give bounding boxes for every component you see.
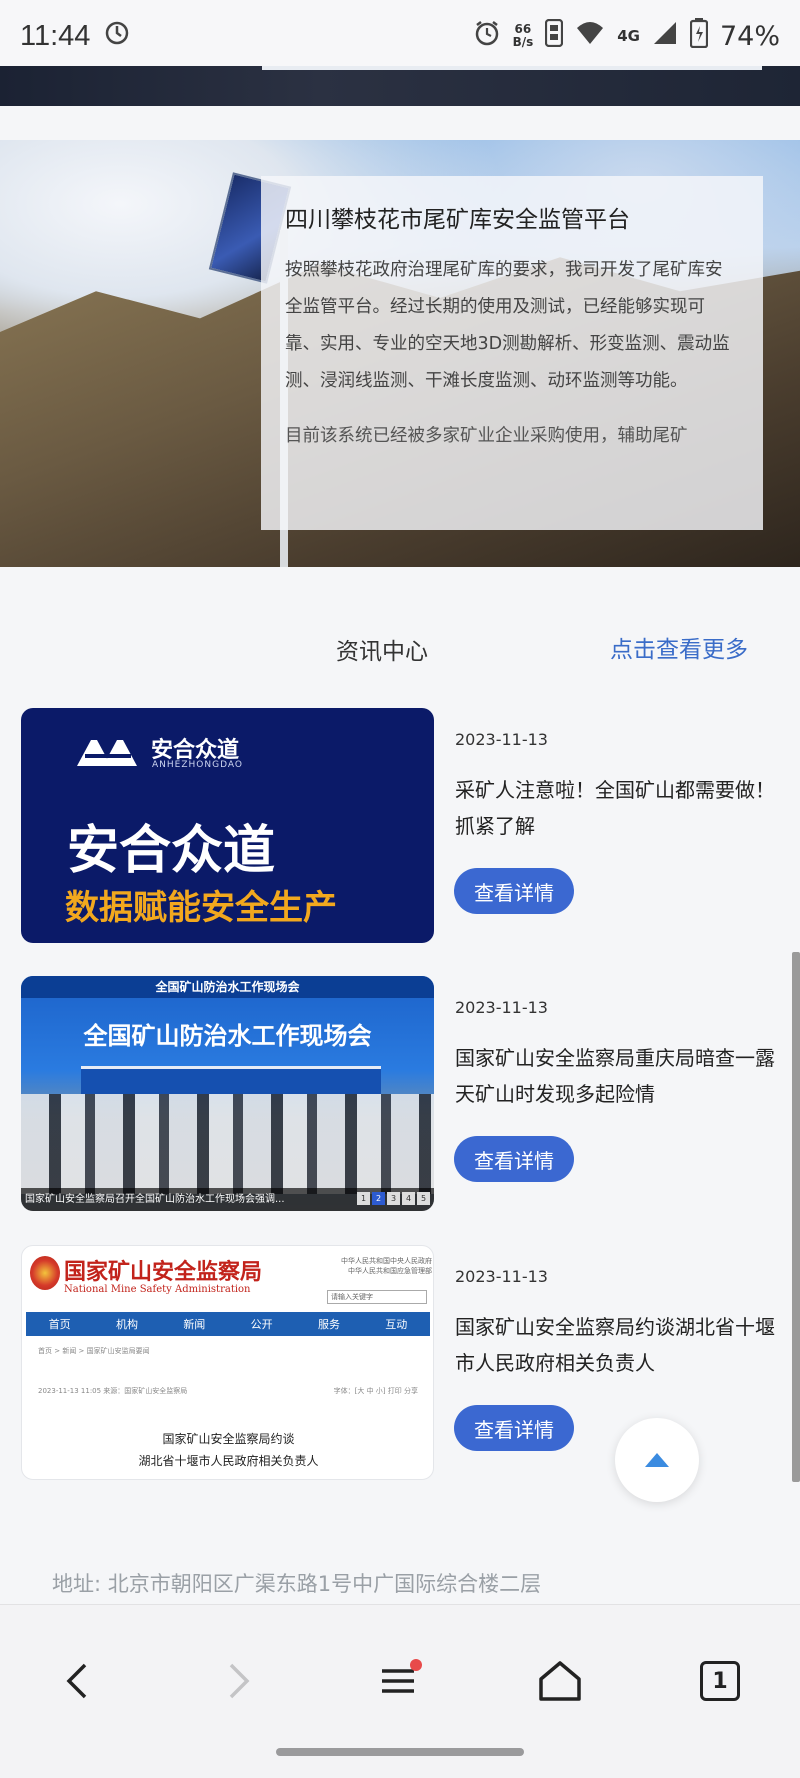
news-thumbnail[interactable]: 安合众道 ANHEZHONGDAO 安合众道 数据赋能安全生产: [21, 708, 434, 943]
thumb-nav: 首页 机构 新闻 公开 服务 互动: [26, 1312, 430, 1336]
project-description-more: 目前该系统已经被多家矿业企业采购使用，辅助尾矿: [285, 426, 688, 446]
project-card[interactable]: 四川攀枝花市尾矿库安全监管平台 按照攀枝花政府治理尾矿库的要求，我司开发了尾矿库…: [261, 176, 763, 530]
back-to-top-button[interactable]: [615, 1418, 699, 1502]
news-section-title: 资讯中心: [336, 639, 428, 665]
news-header: 资讯中心 点击查看更多: [0, 632, 800, 672]
news-date: 2023-11-13: [455, 730, 548, 749]
signal-icon: [652, 20, 678, 53]
thumb-doc-title-2: 湖北省十堰市人民政府相关负责人: [138, 1454, 319, 1468]
home-icon: [539, 1661, 581, 1701]
page-scrollbar[interactable]: [792, 952, 800, 1482]
news-headline[interactable]: 采矿人注意啦！全国矿山都需要做！抓紧了解: [455, 772, 785, 844]
project-description: 按照攀枝花政府治理尾矿库的要求，我司开发了尾矿库安全监管平台。经过长期的使用及测…: [285, 260, 730, 391]
logo-icon: [77, 740, 137, 766]
stage-image: [81, 1066, 381, 1094]
arrow-up-icon: [645, 1453, 669, 1467]
news-more-link[interactable]: 点击查看更多: [610, 630, 748, 664]
view-details-button[interactable]: 查看详情: [454, 1136, 574, 1182]
thumb-meta: 2023-11-13 11:05 来源：国家矿山安全监察局 字体：[大 中 小]…: [38, 1387, 418, 1395]
status-time: 11:44: [20, 19, 91, 52]
thumb-breadcrumb: 首页 > 新闻 > 国家矿山安监局要闻: [38, 1347, 150, 1355]
thumb-banner-top: 全国矿山防治水工作现场会: [21, 976, 434, 998]
news-thumbnail[interactable]: 国家矿山安全监察局 National Mine Safety Administr…: [21, 1245, 434, 1480]
menu-button[interactable]: [360, 1641, 440, 1721]
footer-address: 地址: 北京市朝阳区广渠东路1号中广国际综合楼二层: [52, 1572, 542, 1596]
news-date: 2023-11-13: [455, 1267, 548, 1286]
project-title: 四川攀枝花市尾矿库安全监管平台: [285, 207, 630, 233]
news-headline[interactable]: 国家矿山安全监察局约谈湖北省十堰市人民政府相关负责人: [455, 1309, 785, 1381]
pager-dot[interactable]: 4: [402, 1192, 415, 1205]
hd-icon: [545, 18, 564, 54]
chevron-left-icon: [66, 1663, 87, 1699]
forward-button[interactable]: [198, 1641, 278, 1721]
battery-icon: [689, 17, 709, 55]
thumb-banner: 全国矿山防治水工作现场会: [83, 1022, 372, 1050]
tabs-icon: 1: [700, 1661, 740, 1701]
pager-dot[interactable]: 3: [387, 1192, 400, 1205]
audience-image: [21, 1094, 434, 1194]
thumb-top-links: 中华人民共和国中央人民政府 中华人民共和国应急管理部: [341, 1257, 432, 1275]
news-date: 2023-11-13: [455, 998, 548, 1017]
home-button[interactable]: [520, 1641, 600, 1721]
thumb-headline: 安合众道: [67, 821, 276, 881]
thumb-site-title: 国家矿山安全监察局: [64, 1259, 263, 1285]
previous-section-bottom: [0, 66, 800, 106]
view-details-button[interactable]: 查看详情: [454, 1405, 574, 1451]
project-hero: 四川攀枝花市尾矿库安全监管平台 按照攀枝花政府治理尾矿库的要求，我司开发了尾矿库…: [0, 140, 800, 567]
network-type: 4G: [617, 26, 640, 45]
logo-subtext: ANHEZHONGDAO: [152, 760, 243, 770]
tab-count: 1: [712, 1668, 728, 1694]
chevron-right-icon: [229, 1663, 250, 1699]
back-button[interactable]: [38, 1641, 118, 1721]
news-headline[interactable]: 国家矿山安全监察局重庆局暗查一露天矿山时发现多起险情: [455, 1040, 785, 1112]
status-bar: 11:44 66 B/s 4G 74%: [0, 0, 800, 72]
pager-dot[interactable]: 1: [357, 1192, 370, 1205]
thumb-site-en: National Mine Safety Administration: [64, 1284, 251, 1295]
news-thumbnail[interactable]: 全国矿山防治水工作现场会 全国矿山防治水工作现场会 国家矿山安全监察局召开全国矿…: [21, 976, 434, 1211]
menu-icon: [382, 1659, 422, 1693]
home-indicator[interactable]: [276, 1748, 524, 1756]
pager-dot[interactable]: 5: [417, 1192, 430, 1205]
sync-icon: [104, 20, 130, 53]
net-speed: 66 B/s: [512, 22, 534, 49]
wifi-icon: [575, 20, 605, 53]
pager-dot[interactable]: 2: [372, 1192, 385, 1205]
thumb-doc-title-1: 国家矿山安全监察局约谈: [162, 1432, 295, 1446]
alarm-icon: [473, 19, 501, 54]
view-details-button[interactable]: 查看详情: [454, 868, 574, 914]
thumb-search: 请输入关键字: [327, 1290, 427, 1304]
tabs-button[interactable]: 1: [680, 1641, 760, 1721]
thumb-pager: 1 2 3 4 5: [357, 1192, 430, 1205]
battery-percent: 74%: [719, 20, 780, 52]
news-item[interactable]: 全国矿山防治水工作现场会 全国矿山防治水工作现场会 国家矿山安全监察局召开全国矿…: [0, 976, 800, 1212]
thumb-slogan: 数据赋能安全生产: [65, 888, 337, 928]
previous-card-edge: [262, 66, 762, 70]
national-emblem-icon: [30, 1256, 60, 1290]
news-item[interactable]: 安合众道 ANHEZHONGDAO 安合众道 数据赋能安全生产 2023-11-…: [0, 708, 800, 944]
